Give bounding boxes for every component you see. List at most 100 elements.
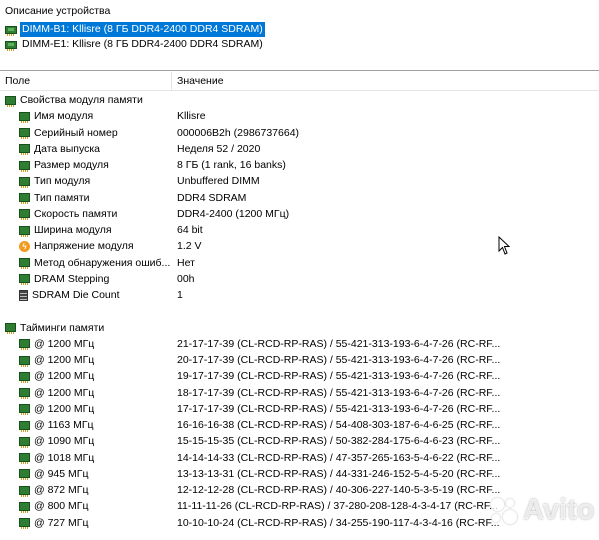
section-title: Свойства модуля памяти (20, 94, 143, 106)
property-field: @ 1090 МГц (34, 435, 95, 448)
property-field: Дата выпуска (34, 142, 101, 155)
ram-chip-icon (19, 501, 30, 513)
property-row[interactable]: Дата выпуска Неделя 52 / 2020 (0, 141, 599, 157)
property-field: Имя модуля (34, 110, 94, 123)
ram-chip-icon (19, 355, 30, 367)
property-field: @ 1200 МГц (34, 337, 95, 350)
property-value: 17-17-17-39 (CL-RCD-RP-RAS) / 55-421-313… (177, 402, 501, 415)
section-memory-timings[interactable]: Тайминги памяти (0, 320, 599, 336)
property-row[interactable]: Размер модуля 8 ГБ (1 rank, 16 banks) (0, 157, 599, 173)
property-value: 00h (177, 272, 195, 285)
ram-chip-icon (19, 193, 30, 204)
property-row[interactable]: @ 1163 МГц 16-16-16-38 (CL-RCD-RP-RAS) / … (0, 417, 599, 433)
property-row[interactable]: DRAM Stepping 00h (0, 271, 599, 287)
property-row[interactable]: @ 1200 МГц 19-17-17-39 (CL-RCD-RP-RAS) / … (0, 368, 599, 384)
voltage-icon: ϟ (19, 240, 30, 252)
property-row[interactable]: @ 1200 МГц 18-17-17-39 (CL-RCD-RP-RAS) / … (0, 385, 599, 401)
ram-chip-icon (19, 176, 30, 188)
property-field: @ 945 МГц (34, 467, 89, 480)
ram-chip-icon (19, 128, 30, 139)
property-field: Метод обнаружения ошиб... (34, 256, 171, 269)
property-value: Нет (177, 256, 195, 269)
ram-chip-icon (5, 323, 16, 334)
properties-list: Свойства модуля памяти Имя модуля Kllisre С… (0, 92, 599, 531)
property-field: @ 872 МГц (34, 484, 89, 496)
property-row[interactable]: @ 945 МГц 13-13-13-31 (CL-RCD-RP-RAS) / 4… (0, 466, 599, 482)
property-row[interactable]: Тип памяти DDR4 SDRAM (0, 190, 599, 206)
property-value: 8 ГБ (1 rank, 16 banks) (177, 159, 286, 171)
property-field: SDRAM Die Count (32, 289, 120, 301)
device-label: DIMM-E1: Kllisre (8 ГБ DDR4-2400 DDR4 SD… (22, 38, 263, 50)
property-field: @ 1200 МГц (34, 370, 95, 383)
property-value: 21-17-17-39 (CL-RCD-RP-RAS) / 55-421-313… (177, 337, 501, 350)
avito-watermark: Avito (489, 494, 594, 527)
property-row[interactable]: Имя модуля Kllisre (0, 108, 599, 124)
die-stack-icon (19, 289, 28, 301)
ram-chip-icon (19, 258, 30, 269)
ram-chip-icon (19, 485, 30, 497)
property-row[interactable]: @ 1200 МГц 17-17-17-39 (CL-RCD-RP-RAS) / … (0, 401, 599, 417)
property-value: 12-12-12-28 (CL-RCD-RP-RAS) / 40-306-227… (177, 484, 501, 496)
property-field: @ 1200 МГц (34, 354, 95, 366)
header-divider (0, 90, 599, 91)
column-header-field[interactable]: Поле (5, 72, 170, 90)
property-row[interactable]: @ 1200 МГц 20-17-17-39 (CL-RCD-RP-RAS) / … (0, 352, 599, 368)
property-value: 14-14-14-33 (CL-RCD-RP-RAS) / 47-357-265… (177, 451, 501, 464)
property-field: DRAM Stepping (34, 272, 110, 285)
property-value: 18-17-17-39 (CL-RCD-RP-RAS) / 55-421-313… (177, 386, 501, 399)
property-value: DDR4 SDRAM (177, 191, 247, 204)
property-row[interactable]: Метод обнаружения ошиб... Нет (0, 255, 599, 271)
ram-chip-icon (19, 388, 30, 399)
property-field: Тип памяти (34, 191, 90, 204)
watermark-text: Avito (523, 494, 595, 526)
property-row[interactable]: Серийный номер 000006B2h (2986737664) (0, 125, 599, 141)
property-field: Серийный номер (34, 126, 118, 139)
ram-chip-icon (19, 453, 30, 464)
property-row[interactable]: SDRAM Die Count 1 (0, 287, 599, 303)
property-value: 15-15-15-35 (CL-RCD-RP-RAS) / 50-382-284… (177, 435, 501, 448)
column-header-value[interactable]: Значение (177, 72, 224, 90)
property-value: Unbuffered DIMM (177, 175, 260, 188)
property-field: @ 727 МГц (34, 516, 89, 529)
property-row[interactable]: @ 1018 МГц 14-14-14-33 (CL-RCD-RP-RAS) / … (0, 450, 599, 466)
property-value: Неделя 52 / 2020 (177, 142, 261, 155)
property-field: @ 800 МГц (34, 500, 89, 513)
device-item-dimm-e1[interactable]: DIMM-E1: Kllisre (8 ГБ DDR4-2400 DDR4 SD… (5, 37, 265, 52)
device-list: DIMM-B1: Kllisre (8 ГБ DDR4-2400 DDR4 SD… (5, 22, 265, 52)
property-value: 000006B2h (2986737664) (177, 126, 300, 139)
avito-logo-icon (489, 496, 519, 526)
property-value: 64 bit (177, 224, 203, 236)
property-field: @ 1200 МГц (34, 402, 95, 415)
device-label: DIMM-B1: Kllisre (8 ГБ DDR4-2400 DDR4 SD… (20, 22, 265, 37)
property-row[interactable]: @ 1200 МГц 21-17-17-39 (CL-RCD-RP-RAS) / … (0, 336, 599, 352)
ram-chip-icon (19, 209, 30, 221)
ram-chip-icon (19, 420, 30, 432)
property-row[interactable]: Скорость памяти DDR4-2400 (1200 МГц) (0, 206, 599, 222)
property-field: @ 1018 МГц (34, 451, 95, 464)
pane-splitter[interactable] (0, 70, 599, 71)
property-field: @ 1200 МГц (34, 386, 95, 399)
ram-chip-icon (19, 436, 30, 448)
property-value: 10-10-10-24 (CL-RCD-RP-RAS) / 34-255-190… (177, 516, 500, 529)
ram-module-icon (5, 40, 17, 51)
mouse-cursor-icon (498, 236, 510, 255)
window-title: Описание устройства (5, 5, 111, 17)
spacer-row (0, 303, 599, 319)
section-module-properties[interactable]: Свойства модуля памяти (0, 92, 599, 108)
ram-chip-icon (19, 404, 30, 416)
column-divider[interactable] (171, 72, 172, 90)
property-value: Kllisre (177, 110, 206, 123)
ram-chip-icon (19, 225, 30, 237)
property-row[interactable]: @ 1090 МГц 15-15-15-35 (CL-RCD-RP-RAS) / … (0, 433, 599, 449)
property-field: Размер модуля (34, 159, 109, 171)
property-field: Тип модуля (34, 175, 91, 188)
device-item-dimm-b1[interactable]: DIMM-B1: Kllisre (8 ГБ DDR4-2400 DDR4 SD… (5, 22, 265, 37)
property-row[interactable]: Тип модуля Unbuffered DIMM (0, 173, 599, 189)
property-field: Напряжение модуля (34, 240, 134, 253)
property-value: 11-11-11-26 (CL-RCD-RP-RAS) / 37-280-208… (177, 500, 498, 513)
ram-chip-icon (19, 274, 30, 286)
ram-chip-icon (19, 144, 30, 156)
ram-chip-icon (19, 469, 30, 481)
property-field: Скорость памяти (34, 207, 118, 220)
ram-chip-icon (19, 160, 30, 172)
